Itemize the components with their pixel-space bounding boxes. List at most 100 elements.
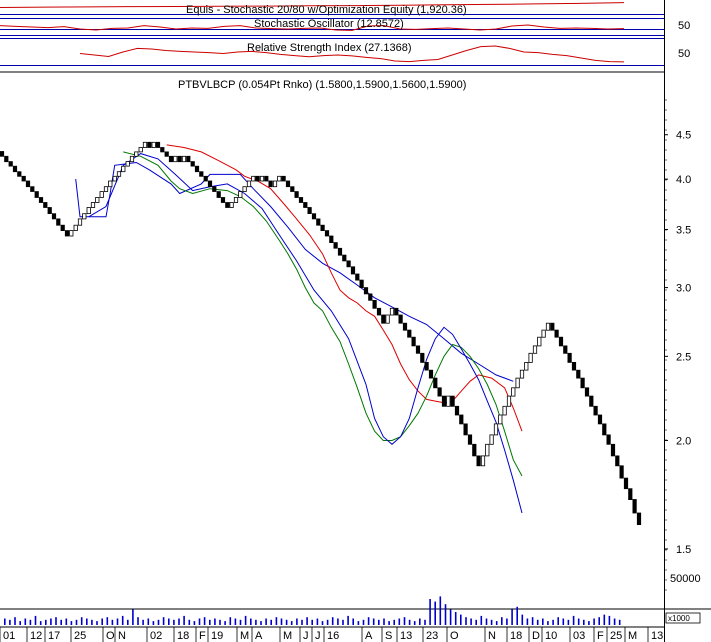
x-tick-label: J: [303, 630, 309, 642]
volume-bar: [516, 606, 518, 625]
renko-brick: [489, 434, 494, 445]
volume-bar: [613, 618, 616, 625]
renko-brick: [242, 186, 247, 192]
volume-bar: [460, 614, 462, 625]
volume-bar: [290, 621, 293, 625]
renko-brick: [164, 151, 169, 157]
renko-brick: [433, 377, 438, 389]
volume-bar: [429, 599, 431, 625]
volume-bar: [321, 621, 324, 625]
renko-brick: [602, 423, 607, 436]
x-tick-label: 25: [610, 630, 622, 642]
renko-brick: [580, 377, 585, 389]
volume-axis-label: 50000: [670, 573, 701, 585]
rsi-axis-tick: 50: [678, 48, 690, 60]
renko-brick: [138, 147, 143, 153]
renko-brick: [82, 213, 87, 220]
renko-brick: [485, 443, 490, 457]
renko-brick: [394, 307, 399, 316]
x-tick-label: 13: [651, 630, 663, 642]
volume-bar: [337, 618, 339, 625]
renko-brick: [636, 512, 642, 526]
volume-bar: [470, 618, 472, 625]
renko-brick: [407, 329, 412, 338]
volume-bar: [552, 619, 554, 625]
renko-brick: [342, 254, 347, 262]
x-tick-label: N: [118, 630, 126, 642]
renko-brick: [134, 151, 139, 157]
renko-brick: [212, 186, 217, 192]
volume-bar: [506, 618, 508, 625]
volume-bar: [316, 618, 319, 625]
volume-bar: [398, 618, 401, 625]
x-tick-label: 18: [510, 630, 522, 642]
volume-bar: [362, 619, 365, 625]
volume-bar: [598, 617, 600, 625]
volume-bar: [224, 621, 226, 625]
price-tick-label: 1.5: [676, 544, 691, 556]
renko-brick: [116, 171, 122, 177]
renko-brick: [199, 171, 204, 177]
x-tick-label: A: [255, 630, 263, 642]
renko-brick: [376, 307, 382, 316]
x-tick-label: 02: [150, 630, 162, 642]
volume-bar: [465, 617, 467, 625]
volume-bar: [378, 619, 380, 625]
volume-bar: [132, 609, 134, 625]
renko-brick: [173, 155, 178, 163]
volume-bar: [96, 621, 98, 625]
x-tick-label: 16: [327, 630, 339, 642]
volume-bar: [357, 621, 360, 625]
volume-bar: [531, 617, 534, 625]
renko-brick: [186, 155, 191, 163]
renko-brick: [233, 197, 239, 203]
renko-brick: [181, 155, 187, 163]
renko-brick: [324, 230, 330, 237]
volume-bar: [557, 617, 559, 625]
renko-brick: [207, 180, 213, 188]
rsi-title: Relative Strength Index (27.1368): [247, 42, 412, 54]
renko-brick: [606, 434, 611, 445]
volume-bar: [229, 617, 232, 625]
renko-brick: [307, 207, 312, 214]
renko-brick: [385, 314, 390, 324]
volume-bar: [193, 621, 196, 625]
x-tick-label: 17: [48, 630, 60, 642]
renko-brick: [268, 180, 273, 188]
renko-brick: [567, 352, 572, 363]
chart: Equis - Stochastic 20/80 w/Optimization …: [0, 0, 711, 642]
volume-bar: [547, 621, 549, 625]
renko-brick: [337, 247, 343, 256]
renko-brick: [359, 279, 364, 289]
volume-bar: [296, 618, 298, 625]
renko-brick: [420, 352, 425, 363]
volume-bar: [14, 617, 16, 625]
volume-bar: [91, 619, 93, 625]
renko-brick: [285, 180, 291, 188]
volume-bar: [536, 619, 539, 625]
x-tick-label: S: [385, 630, 392, 642]
renko-brick: [259, 175, 265, 182]
x-tick-label: 25: [74, 630, 86, 642]
renko-brick: [441, 395, 447, 407]
renko-brick: [558, 336, 564, 347]
volume-bar: [9, 619, 11, 625]
renko-brick: [194, 165, 200, 173]
renko-brick: [428, 369, 434, 379]
renko-brick: [73, 224, 78, 231]
volume-bar: [388, 621, 390, 625]
volume-bar: [142, 619, 144, 625]
price-title: PTBVLBCP (0.054Pt Rnko) (1.5800,1.5900,1…: [178, 79, 466, 91]
volume-bar: [608, 615, 611, 625]
volume-bar: [178, 618, 180, 625]
equity-title: Equis - Stochastic 20/80 w/Optimization …: [186, 4, 467, 16]
renko-brick: [8, 161, 13, 167]
renko-brick: [272, 180, 278, 188]
volume-bar: [572, 615, 575, 625]
volume-bar: [50, 618, 52, 625]
renko-brick: [550, 322, 555, 331]
volume-bar: [454, 612, 457, 625]
volume-bar: [577, 618, 580, 625]
volume-bar: [152, 621, 155, 625]
renko-brick: [593, 405, 598, 416]
